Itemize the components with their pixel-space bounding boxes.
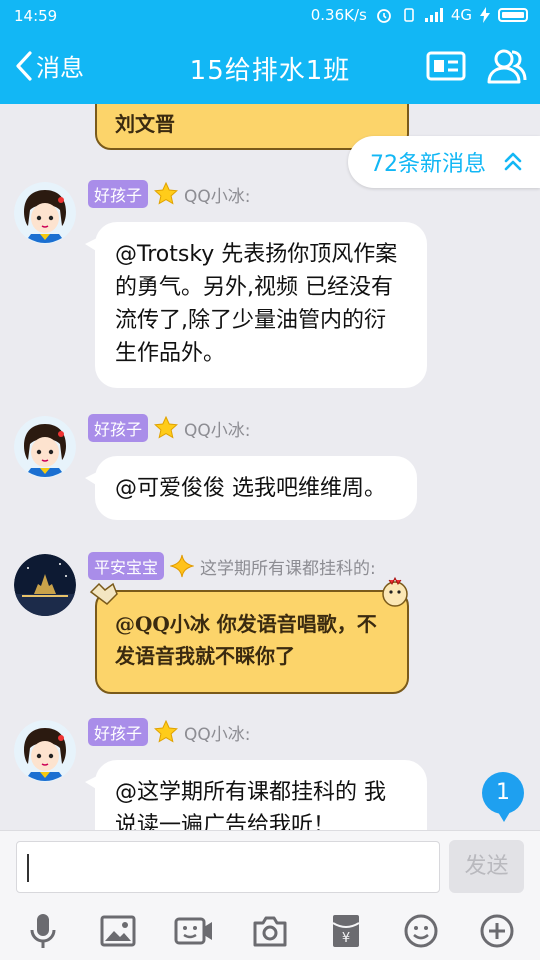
avatar[interactable] — [14, 554, 76, 616]
themed-message-bubble[interactable]: @QQ小冰 你发语音唱歌，不发语音我就不睬你了 — [89, 576, 409, 694]
double-chevron-up-icon — [504, 152, 522, 171]
group-profile-button[interactable] — [426, 46, 466, 86]
message-bubble[interactable]: @Trotsky 先表扬你顶风作案的勇气。另外,视频 已经没有流传了,除了少量油… — [85, 222, 427, 388]
vibrate-icon — [404, 8, 414, 22]
message-text: @QQ小冰 你发语音唱歌，不发语音我就不睬你了 — [115, 612, 377, 668]
unread-count-badge[interactable]: 1 — [482, 772, 524, 822]
avatar[interactable] — [14, 182, 76, 244]
status-bar: 14:59 0.36K/s 4G — [0, 0, 540, 32]
signal-icon — [424, 8, 443, 22]
message-input-box[interactable] — [16, 841, 440, 893]
star-icon — [154, 720, 178, 743]
message-meta: 好孩子 QQ小冰: — [88, 414, 251, 442]
member-title-badge: 好孩子 — [88, 718, 149, 746]
input-bar: 发送 ¥ — [0, 830, 540, 960]
message-text: @Trotsky 先表扬你顶风作案的勇气。另外,视频 已经没有流传了,除了少量油… — [115, 242, 398, 366]
sender-name: QQ小冰: — [184, 186, 251, 207]
alarm-icon — [376, 9, 391, 23]
message-meta: 好孩子 QQ小冰: — [88, 718, 251, 746]
group-members-button[interactable] — [486, 46, 527, 86]
partial-bubble-text: 刘文晋 — [115, 112, 175, 136]
star-icon — [154, 416, 178, 439]
status-right: 0.36K/s 4G — [311, 6, 528, 24]
more-button[interactable] — [476, 911, 518, 951]
profile-card-icon — [426, 51, 466, 81]
sender-name: QQ小冰: — [184, 724, 251, 745]
sender-name: 这学期所有课都挂科的: — [200, 558, 376, 579]
chat-area[interactable]: 刘文晋 72条新消息 好孩子 QQ小冰: @Trotsky 先表扬你顶风作案的勇… — [0, 104, 540, 830]
input-toolbar: ¥ — [0, 911, 540, 951]
camera-icon — [253, 916, 287, 947]
emoji-icon — [404, 914, 438, 948]
net-speed: 0.36K/s — [310, 6, 367, 24]
avatar[interactable] — [14, 720, 76, 782]
message-text: @这学期所有课都挂科的 我说读一遍广告给我听！ — [115, 780, 386, 830]
red-packet-button[interactable]: ¥ — [325, 911, 367, 951]
svg-text:¥: ¥ — [342, 931, 350, 946]
send-button[interactable]: 发送 — [449, 840, 524, 893]
member-title-badge: 平安宝宝 — [88, 552, 165, 580]
network-type: 4G — [450, 6, 472, 24]
members-icon — [487, 49, 527, 84]
mic-icon — [30, 914, 56, 948]
message-input[interactable] — [31, 842, 431, 892]
member-title-badge: 好孩子 — [88, 180, 149, 208]
image-button[interactable] — [97, 911, 139, 951]
video-call-icon — [174, 917, 212, 945]
sparkle-icon — [170, 554, 195, 578]
red-packet-icon: ¥ — [332, 915, 360, 947]
camera-button[interactable] — [249, 911, 291, 951]
message-text: @可爱俊俊 选我吧维维周。 — [115, 476, 386, 501]
bubble-decoration-icon — [89, 582, 118, 605]
image-icon — [100, 915, 136, 947]
voice-button[interactable] — [22, 911, 64, 951]
status-time: 14:59 — [14, 7, 58, 25]
top-bar: 14:59 0.36K/s 4G 消息 15给排水1班 — [0, 0, 540, 104]
rooster-icon — [382, 576, 408, 607]
sender-name: QQ小冰: — [184, 420, 251, 441]
plus-icon — [480, 914, 514, 948]
charging-icon — [480, 7, 490, 23]
member-title-badge: 好孩子 — [88, 414, 149, 442]
star-icon — [154, 182, 178, 205]
message-meta: 平安宝宝 这学期所有课都挂科的: — [88, 552, 376, 580]
message-bubble[interactable]: @可爱俊俊 选我吧维维周。 — [85, 456, 417, 520]
message-bubble[interactable]: @这学期所有课都挂科的 我说读一遍广告给我听！ — [85, 760, 427, 830]
message-meta: 好孩子 QQ小冰: — [88, 180, 251, 208]
video-call-button[interactable] — [173, 911, 215, 951]
new-messages-button[interactable]: 72条新消息 — [348, 136, 540, 188]
avatar[interactable] — [14, 416, 76, 478]
battery-icon — [498, 8, 528, 22]
new-messages-label: 72条新消息 — [370, 152, 486, 177]
emoji-button[interactable] — [400, 911, 442, 951]
